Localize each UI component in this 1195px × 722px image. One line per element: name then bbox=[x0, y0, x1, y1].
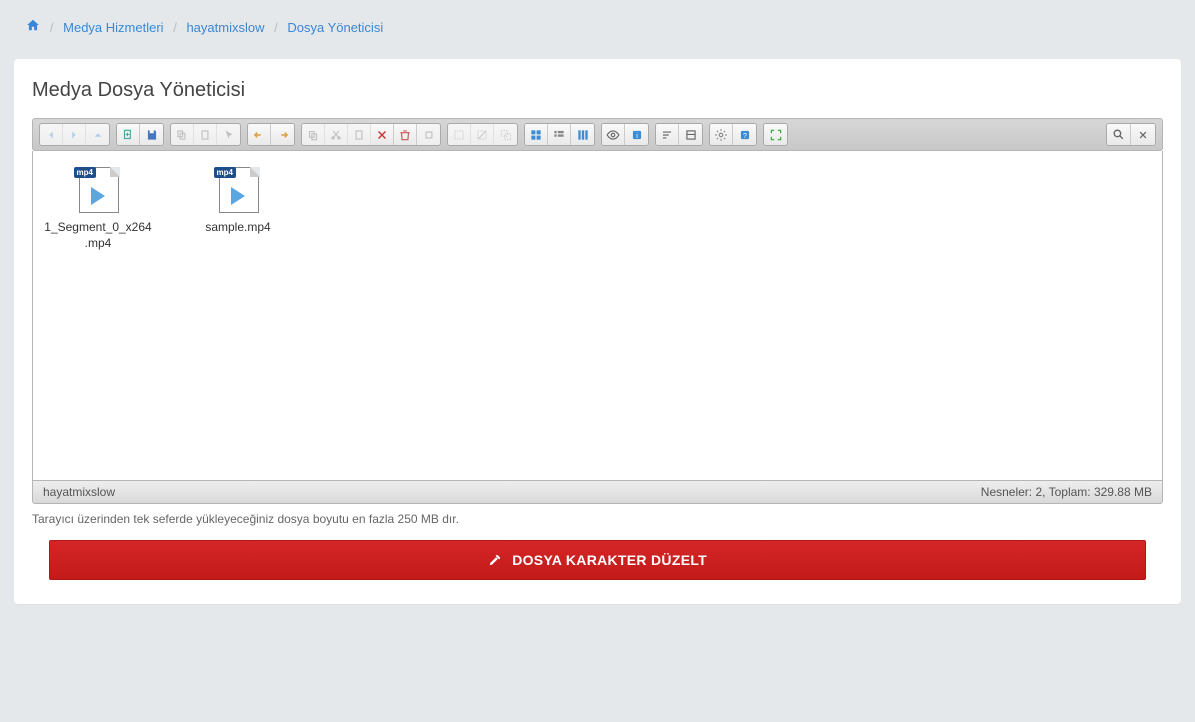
edit-group bbox=[170, 123, 241, 146]
fix-button-label: DOSYA KARAKTER DÜZELT bbox=[512, 552, 707, 568]
select-group bbox=[447, 123, 518, 146]
file-name: 1_Segment_0_x264.mp4 bbox=[43, 220, 153, 251]
duplicate-icon[interactable] bbox=[302, 124, 325, 145]
trash-icon[interactable] bbox=[394, 124, 417, 145]
save-icon[interactable] bbox=[140, 124, 163, 145]
clipboard-icon[interactable] bbox=[348, 124, 371, 145]
status-path: hayatmixslow bbox=[43, 485, 115, 499]
filemanager-card: Medya Dosya Yöneticisi bbox=[14, 59, 1181, 604]
file-icon: mp4 bbox=[71, 161, 126, 216]
cursor-icon[interactable] bbox=[217, 124, 240, 145]
search-icon[interactable] bbox=[1107, 124, 1131, 145]
file-icon: mp4 bbox=[211, 161, 266, 216]
select-icon[interactable] bbox=[448, 124, 471, 145]
toolbar: i ? bbox=[32, 118, 1163, 151]
undo-group bbox=[247, 123, 295, 146]
clear-icon[interactable] bbox=[417, 124, 440, 145]
grid-view-icon[interactable] bbox=[525, 124, 548, 145]
page-title: Medya Dosya Yöneticisi bbox=[32, 79, 1163, 102]
forward-icon[interactable] bbox=[63, 124, 86, 145]
back-icon[interactable] bbox=[40, 124, 63, 145]
invert-icon[interactable] bbox=[494, 124, 517, 145]
new-file-icon[interactable] bbox=[117, 124, 140, 145]
breadcrumb-stream[interactable]: hayatmixslow bbox=[186, 20, 264, 35]
paste-icon[interactable] bbox=[194, 124, 217, 145]
settings-group: ? bbox=[709, 123, 757, 146]
breadcrumb: / Medya Hizmetleri / hayatmixslow / Dosy… bbox=[0, 10, 1195, 45]
sort-group bbox=[655, 123, 703, 146]
props-icon[interactable] bbox=[679, 124, 702, 145]
redo-icon[interactable] bbox=[271, 124, 294, 145]
view-group bbox=[524, 123, 595, 146]
copy-icon[interactable] bbox=[171, 124, 194, 145]
fullscreen-icon[interactable] bbox=[764, 124, 787, 145]
undo-icon[interactable] bbox=[248, 124, 271, 145]
file-item[interactable]: mp4 sample.mp4 bbox=[183, 161, 293, 470]
file-group bbox=[116, 123, 164, 146]
list-view-icon[interactable] bbox=[548, 124, 571, 145]
close-icon[interactable] bbox=[1131, 124, 1155, 145]
fullscreen-group bbox=[763, 123, 788, 146]
delete-icon[interactable] bbox=[371, 124, 394, 145]
breadcrumb-media-services[interactable]: Medya Hizmetleri bbox=[63, 20, 163, 35]
nav-group bbox=[39, 123, 110, 146]
preview-icon[interactable] bbox=[602, 124, 625, 145]
breadcrumb-filemanager[interactable]: Dosya Yöneticisi bbox=[287, 20, 383, 35]
info-icon[interactable]: i bbox=[625, 124, 648, 145]
deselect-icon[interactable] bbox=[471, 124, 494, 145]
status-summary: Nesneler: 2, Toplam: 329.88 MB bbox=[981, 485, 1152, 499]
file-item[interactable]: mp4 1_Segment_0_x264.mp4 bbox=[43, 161, 153, 470]
breadcrumb-home[interactable] bbox=[26, 19, 44, 35]
cut-icon[interactable] bbox=[325, 124, 348, 145]
status-bar: hayatmixslow Nesneler: 2, Toplam: 329.88… bbox=[32, 481, 1163, 504]
help-icon[interactable]: ? bbox=[733, 124, 756, 145]
up-icon[interactable] bbox=[86, 124, 109, 145]
file-pane[interactable]: mp4 1_Segment_0_x264.mp4 mp4 sample.mp4 bbox=[32, 151, 1163, 481]
clipboard-group bbox=[301, 123, 441, 146]
search-group bbox=[1106, 123, 1156, 146]
column-view-icon[interactable] bbox=[571, 124, 594, 145]
svg-text:?: ? bbox=[743, 132, 747, 139]
sort-icon[interactable] bbox=[656, 124, 679, 145]
fix-characters-button[interactable]: DOSYA KARAKTER DÜZELT bbox=[49, 540, 1146, 580]
info-group: i bbox=[601, 123, 649, 146]
file-name: sample.mp4 bbox=[183, 220, 293, 236]
settings-icon[interactable] bbox=[710, 124, 733, 145]
upload-hint: Tarayıcı üzerinden tek seferde yükleyece… bbox=[32, 512, 1163, 526]
